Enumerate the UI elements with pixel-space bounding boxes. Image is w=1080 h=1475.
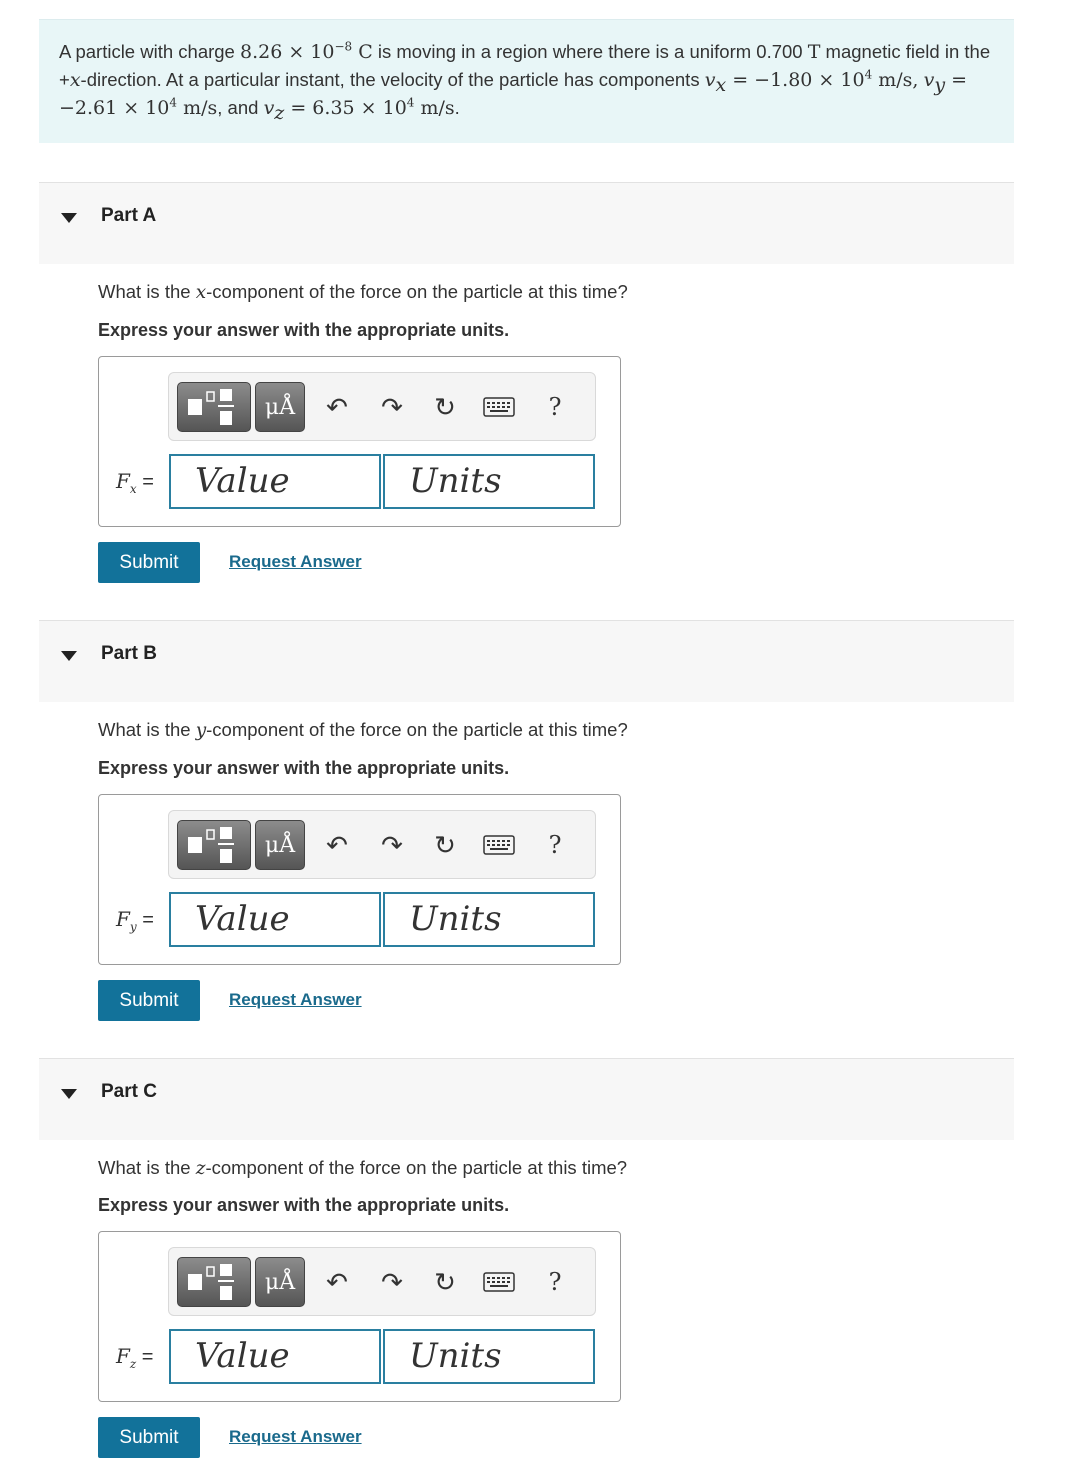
value-input[interactable]: Value — [169, 892, 381, 947]
part-title: Part A — [101, 205, 157, 226]
field-unit: T — [807, 41, 821, 63]
help-icon[interactable]: ? — [537, 1262, 573, 1302]
vx-expression: vx = −1.80 × 104 m/s, — [704, 67, 919, 96]
value-input[interactable]: Value — [169, 454, 381, 509]
reset-icon[interactable]: ↻ — [427, 1262, 463, 1302]
undo-icon[interactable]: ↶ — [319, 1262, 355, 1302]
units-button[interactable]: μÅ — [255, 1257, 305, 1307]
math-toolbar: μÅ ↶ ↷ ↻ ? — [168, 1247, 596, 1316]
undo-icon[interactable]: ↶ — [319, 387, 355, 427]
templates-icon — [188, 389, 234, 425]
undo-icon[interactable]: ↶ — [319, 825, 355, 865]
reset-icon[interactable]: ↻ — [427, 825, 463, 865]
keyboard-icon[interactable] — [481, 1262, 517, 1302]
templates-button[interactable] — [177, 382, 251, 432]
math-toolbar: μÅ ↶ ↷ ↻ ? — [168, 810, 596, 879]
instruction-text: Express your answer with the appropriate… — [98, 1195, 510, 1215]
problem-text: A particle with charge — [59, 41, 240, 62]
request-answer-link[interactable]: Request Answer — [229, 990, 362, 1010]
part-a-header[interactable]: Part A — [39, 182, 1014, 264]
redo-icon[interactable]: ↷ — [374, 1262, 410, 1302]
help-icon[interactable]: ? — [537, 825, 573, 865]
reset-icon[interactable]: ↻ — [427, 387, 463, 427]
answer-box: μÅ ↶ ↷ ↻ ? Fy = Value Units — [98, 794, 621, 965]
templates-icon — [188, 827, 234, 863]
templates-button[interactable] — [177, 1257, 251, 1307]
units-button[interactable]: μÅ — [255, 382, 305, 432]
request-answer-link[interactable]: Request Answer — [229, 1427, 362, 1447]
question-text: What is the x-component of the force on … — [98, 281, 628, 303]
collapse-triangle-icon[interactable] — [61, 1089, 77, 1099]
answer-box: μÅ ↶ ↷ ↻ ? Fx = Value Units — [98, 356, 621, 527]
x-variable: x — [69, 69, 81, 91]
submit-button[interactable]: Submit — [98, 1417, 200, 1458]
question-text: What is the z-component of the force on … — [98, 1157, 628, 1179]
request-answer-link[interactable]: Request Answer — [229, 552, 362, 572]
part-title: Part B — [101, 643, 157, 664]
templates-icon — [188, 1264, 234, 1300]
units-input[interactable]: Units — [383, 892, 595, 947]
collapse-triangle-icon[interactable] — [61, 213, 77, 223]
units-button[interactable]: μÅ — [255, 820, 305, 870]
keyboard-icon[interactable] — [481, 825, 517, 865]
charge-value: 8.26 × 10−8 C — [239, 39, 373, 63]
submit-button[interactable]: Submit — [98, 980, 200, 1021]
question-text: What is the y-component of the force on … — [98, 719, 628, 741]
problem-text: -direction. At a particular instant, the… — [80, 69, 705, 90]
instruction-text: Express your answer with the appropriate… — [98, 758, 510, 778]
equation-label: Fx = — [116, 469, 154, 496]
problem-text: . — [454, 97, 460, 118]
equation-label: Fz = — [116, 1344, 154, 1371]
math-toolbar: μÅ ↶ ↷ ↻ ? — [168, 372, 596, 441]
redo-icon[interactable]: ↷ — [374, 387, 410, 427]
part-b-header[interactable]: Part B — [39, 620, 1014, 702]
units-input[interactable]: Units — [383, 1329, 595, 1384]
units-input[interactable]: Units — [383, 454, 595, 509]
problem-text: is moving in a region where there is a u… — [372, 41, 808, 62]
vz-expression: vz = 6.35 × 104 m/s — [263, 95, 455, 124]
help-icon[interactable]: ? — [537, 387, 573, 427]
value-input[interactable]: Value — [169, 1329, 381, 1384]
submit-button[interactable]: Submit — [98, 542, 200, 583]
part-title: Part C — [101, 1081, 157, 1102]
part-c-header[interactable]: Part C — [39, 1058, 1014, 1140]
redo-icon[interactable]: ↷ — [374, 825, 410, 865]
problem-statement: A particle with charge 8.26 × 10−8 C is … — [39, 19, 1014, 143]
problem-text: , and — [217, 97, 264, 118]
keyboard-icon[interactable] — [481, 387, 517, 427]
templates-button[interactable] — [177, 820, 251, 870]
equation-label: Fy = — [116, 907, 154, 934]
collapse-triangle-icon[interactable] — [61, 651, 77, 661]
instruction-text: Express your answer with the appropriate… — [98, 320, 510, 340]
answer-box: μÅ ↶ ↷ ↻ ? Fz = Value Units — [98, 1231, 621, 1402]
